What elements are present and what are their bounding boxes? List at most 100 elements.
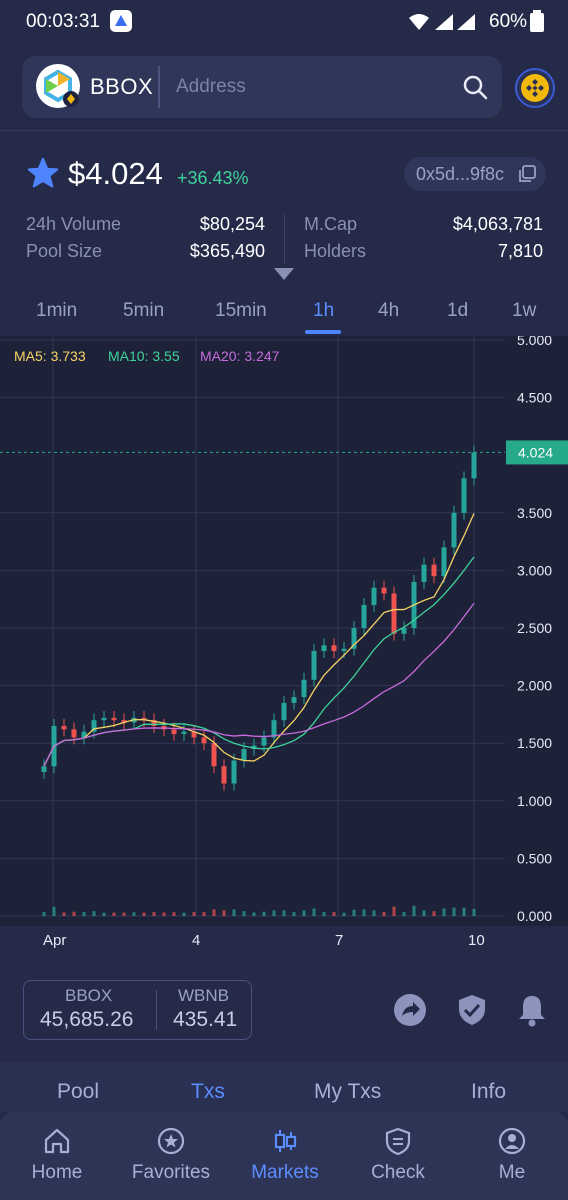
y-tick-label: 2.000 (517, 678, 552, 694)
expand-stats-icon[interactable] (274, 268, 294, 280)
status-time: 00:03:31 (26, 11, 100, 32)
candle-body (221, 766, 227, 784)
y-tick-label: 3.000 (517, 562, 552, 578)
volume-bar (122, 912, 126, 916)
date-label-7: 7 (335, 932, 344, 949)
candle-body (311, 651, 317, 680)
address-search-input[interactable] (176, 70, 446, 104)
nav-markets[interactable]: Markets (230, 1126, 340, 1184)
candle-body (61, 725, 67, 730)
date-label-10: 10 (468, 932, 485, 949)
reserve-divider (156, 990, 157, 1030)
candle-body (281, 702, 287, 721)
volume-bar (452, 907, 456, 916)
token-price: $4.024 (68, 156, 163, 191)
volume-label: 24h Volume (26, 214, 122, 234)
timeframe-1h[interactable]: 1h (313, 300, 334, 322)
candle-body (101, 717, 107, 721)
home-icon (44, 1128, 70, 1154)
y-tick-label: 1.000 (517, 793, 552, 809)
candle-body (431, 564, 437, 577)
timeframe-15min[interactable]: 15min (215, 300, 267, 322)
volume-bar (62, 912, 66, 916)
active-tab-indicator (305, 330, 341, 334)
token-name[interactable]: BBOX (90, 74, 153, 100)
volume-bar (342, 912, 346, 916)
volume-bar (152, 912, 156, 916)
bell-icon[interactable] (514, 992, 550, 1028)
volume-bar (432, 911, 436, 916)
tab-txs[interactable]: Txs (191, 1080, 225, 1104)
share-arrow-icon[interactable] (392, 992, 428, 1028)
nav-me-label: Me (498, 1162, 526, 1183)
tab-info[interactable]: Info (471, 1080, 506, 1104)
tab-my-txs[interactable]: My Txs (314, 1080, 381, 1104)
pool-size-label: Pool Size (26, 241, 103, 261)
candle-body (391, 593, 397, 634)
candle-body (421, 564, 427, 582)
reserve-token-b-amount: 435.41 (173, 1008, 238, 1031)
timeframe-1w[interactable]: 1w (512, 300, 536, 322)
candle-body (451, 512, 457, 548)
volume-bar (52, 906, 56, 916)
token-logo[interactable] (36, 64, 80, 108)
volume-bar (262, 911, 266, 916)
volume-bar (442, 908, 446, 916)
nav-favorites-label: Favorites (131, 1162, 211, 1183)
price-chart[interactable]: 5.000 4.500 3.500 3.000 2.500 2.000 1.500 1.000… (0, 336, 568, 926)
profile-icon (498, 1127, 526, 1155)
candle-body (261, 737, 267, 746)
nav-me[interactable]: Me (457, 1126, 567, 1184)
copy-icon[interactable] (517, 164, 537, 184)
timeframe-1d[interactable]: 1d (447, 300, 468, 322)
timeframe-4h[interactable]: 4h (378, 300, 399, 322)
nav-favorites[interactable]: Favorites (116, 1126, 226, 1184)
nav-check[interactable]: Check (343, 1126, 453, 1184)
volume-bar (222, 910, 226, 916)
candle-body (111, 717, 117, 721)
y-tick-label: 4.500 (517, 390, 552, 406)
candle-body (241, 748, 247, 761)
volume-bar (72, 911, 76, 916)
volume-bar (82, 912, 86, 916)
volume-bar (472, 908, 476, 916)
candle-body (461, 478, 467, 513)
shield-check-icon[interactable] (454, 992, 490, 1028)
volume-bar (182, 912, 186, 916)
candle-body (41, 766, 47, 772)
timeframe-5min[interactable]: 5min (123, 300, 164, 322)
y-tick-label: 0.500 (517, 850, 552, 866)
signal-wifi-icon (409, 14, 475, 30)
volume-value: $80,254 (199, 214, 265, 234)
app-notification-icon (110, 10, 132, 32)
volume-bar (132, 912, 136, 916)
volume-bar (332, 912, 336, 916)
volume-bar (372, 910, 376, 916)
mcap-value: $4,063,781 (452, 214, 543, 234)
candle-body (441, 547, 447, 577)
battery-icon (530, 10, 544, 32)
candle-body (301, 679, 307, 698)
search-divider (158, 66, 160, 108)
tab-pool[interactable]: Pool (57, 1080, 99, 1104)
y-tick-label: 1.500 (517, 735, 552, 751)
chain-selector[interactable] (515, 68, 555, 108)
favorite-star-icon[interactable] (26, 156, 60, 190)
check-shield-icon (385, 1127, 411, 1156)
search-icon[interactable] (462, 74, 488, 100)
timeframe-1min[interactable]: 1min (36, 300, 77, 322)
holders-label: Holders (304, 241, 367, 261)
pool-size-value: $365,490 (189, 241, 265, 261)
markets-candlestick-icon (274, 1130, 297, 1152)
ma10-label: MA10: 3.55 (108, 348, 180, 364)
battery-level: 60% (489, 11, 528, 32)
bnb-chain-icon (521, 74, 549, 102)
volume-bar (202, 912, 206, 916)
header-divider (0, 130, 568, 131)
ma20-label: MA20: 3.247 (200, 348, 280, 364)
candle-body (211, 743, 217, 767)
candle-body (381, 587, 387, 594)
volume-bar (282, 910, 286, 916)
nav-home[interactable]: Home (2, 1126, 112, 1184)
holders-value: 7,810 (497, 241, 543, 261)
